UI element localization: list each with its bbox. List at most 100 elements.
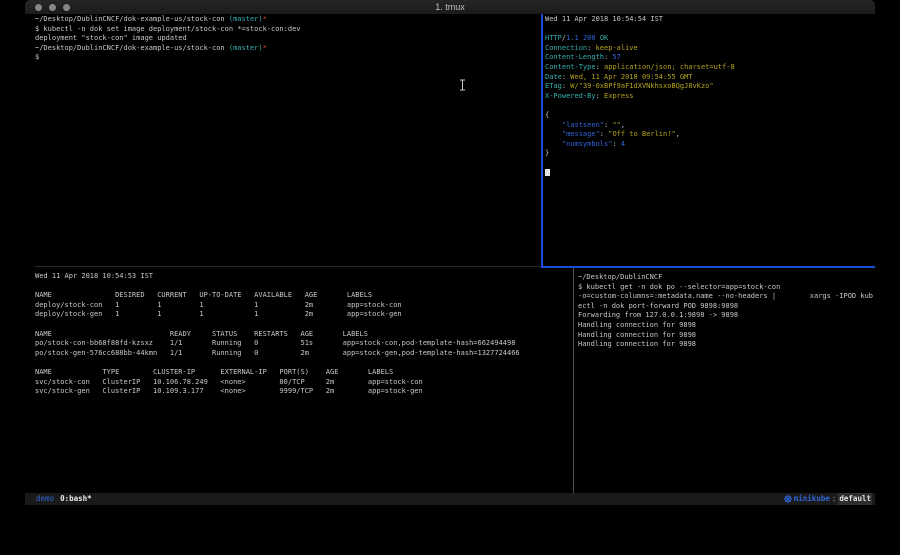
terminal-text: deploy/stock-con 1 1 1 1 2m app=stock-co…	[35, 301, 402, 309]
pane-divider-vertical-top[interactable]	[541, 14, 543, 268]
terminal-text: X-Powered-By	[545, 92, 596, 100]
pane-divider-horizontal-left[interactable]	[35, 266, 541, 267]
terminal-text: NAME TYPE CLUSTER-IP EXTERNAL-IP PORT(S)…	[35, 368, 393, 376]
terminal-text: po/stock-gen-576cc688bb-44kmn 1/1 Runnin…	[35, 349, 520, 357]
terminal-text: deploy/stock-gen 1 1 1 1 2m app=stock-ge…	[35, 310, 402, 318]
terminal-text: OK	[596, 34, 609, 42]
terminal-text: 200	[583, 34, 596, 42]
terminal-line: svc/stock-con ClusterIP 10.106.78.249 <n…	[35, 378, 571, 388]
terminal-text: ~/Desktop/DublinCNCF	[578, 273, 662, 281]
pane-kubectl-watch[interactable]: Wed 11 Apr 2018 10:54:53 IST NAME DESIRE…	[35, 272, 571, 490]
terminal-line	[35, 358, 571, 368]
terminal-text: (master)	[229, 44, 263, 52]
ibeam-mouse-pointer	[459, 76, 466, 88]
terminal-text: ~/Desktop/DublinCNCF/dok-example-us/stoc…	[35, 44, 229, 52]
terminal-line: Wed 11 Apr 2018 10:54:53 IST	[35, 272, 571, 282]
terminal-line: X-Powered-By: Express	[545, 92, 873, 102]
terminal-text: ,	[676, 130, 680, 138]
terminal-line: Forwarding from 127.0.0.1:9898 -> 9898	[578, 311, 873, 321]
window-tab-bash[interactable]: 0:bash*	[60, 493, 92, 505]
terminal-line: Connection: keep-alive	[545, 44, 873, 54]
terminal-line: HTTP/1.1 200 OK	[545, 34, 873, 44]
terminal-text: ,	[621, 121, 625, 129]
terminal-line: ~/Desktop/DublinCNCF/dok-example-us/stoc…	[35, 15, 535, 25]
terminal-text: Forwarding from 127.0.0.1:9898 -> 9898	[578, 311, 738, 319]
terminal-text: Handling connection for 9898	[578, 340, 696, 348]
terminal-line: ~/Desktop/DublinCNCF	[578, 273, 873, 283]
terminal-line: ~/Desktop/DublinCNCF/dok-example-us/stoc…	[35, 44, 535, 54]
terminal-line: $ kubectl get -n dok po --selector=app=s…	[578, 283, 873, 293]
terminal-line: $	[35, 53, 535, 63]
terminal-line: ectl -n dok port-forward POD 9898:9898	[578, 302, 873, 312]
window-titlebar[interactable]: 1. tmux	[25, 0, 875, 14]
terminal-text: *	[263, 15, 267, 23]
terminal-line: Handling connection for 9898	[578, 321, 873, 331]
terminal-line: NAME TYPE CLUSTER-IP EXTERNAL-IP PORT(S)…	[35, 368, 571, 378]
terminal-line: NAME READY STATUS RESTARTS AGE LABELS	[35, 330, 571, 340]
terminal-line: $ kubectl -n dok set image deployment/st…	[35, 25, 535, 35]
terminal-text: Wed 11 Apr 2018 10:54:54 IST	[545, 15, 663, 23]
pane-port-forward[interactable]: ~/Desktop/DublinCNCF $ kubectl get -n dok…	[578, 273, 873, 491]
status-right: minikube:default	[784, 493, 875, 505]
terminal-text: -o=custom-columns=:metadata.name --no-he…	[578, 292, 873, 300]
terminal-text: Wed, 11 Apr 2018 09:54:55 GMT	[570, 73, 692, 81]
terminal-text: 4	[621, 140, 625, 148]
pane-shell-top-left[interactable]: ~/Desktop/DublinCNCF/dok-example-us/stoc…	[35, 15, 535, 265]
cluster-colon: :	[832, 493, 837, 505]
status-left: demo 0:bash*	[25, 493, 92, 505]
terminal-line: deploy/stock-con 1 1 1 1 2m app=stock-co…	[35, 301, 571, 311]
terminal-text	[545, 130, 562, 138]
pane-http-response[interactable]: Wed 11 Apr 2018 10:54:54 IST HTTP/1.1 20…	[545, 15, 873, 265]
terminal-text: "message"	[562, 130, 600, 138]
terminal-line	[545, 101, 873, 111]
terminal-line: Content-Type: application/json; charset=…	[545, 63, 873, 73]
terminal-text: Handling connection for 9898	[578, 331, 696, 339]
terminal-text: ectl -n dok port-forward POD 9898:9898	[578, 302, 738, 310]
terminal-text	[545, 140, 562, 148]
terminal-text: ETag	[545, 82, 562, 90]
terminal-text: *	[263, 44, 267, 52]
terminal-text: :	[587, 44, 595, 52]
terminal-text: 57	[612, 53, 620, 61]
terminal-text: "lastseen"	[562, 121, 604, 129]
terminal-line	[545, 159, 873, 169]
terminal-line: Handling connection for 9898	[578, 340, 873, 350]
terminal-text: W/"39-0xBPf9aF1dXVNkhsxoBQgJ8vKzo"	[570, 82, 713, 90]
terminal-text: deployment "stock-con" image updated	[35, 34, 187, 42]
terminal-line: -o=custom-columns=:metadata.name --no-he…	[578, 292, 873, 302]
terminal-window: 1. tmux ~/Desktop/DublinCNCF/dok-example…	[25, 0, 875, 505]
terminal-line: "numsymbols": 4	[545, 140, 873, 150]
terminal-text: $	[35, 53, 39, 61]
terminal-text: "numsymbols"	[562, 140, 613, 148]
block-cursor	[545, 169, 550, 176]
desktop-background: 1. tmux ~/Desktop/DublinCNCF/dok-example…	[0, 0, 900, 555]
context-name: default	[838, 493, 872, 505]
terminal-text: Handling connection for 9898	[578, 321, 696, 329]
cluster-name: minikube	[794, 493, 830, 505]
terminal-line: deployment "stock-con" image updated	[35, 34, 535, 44]
terminal-text: Date	[545, 73, 562, 81]
terminal-text: Content-Length	[545, 53, 604, 61]
terminal-line: ETag: W/"39-0xBPf9aF1dXVNkhsxoBQgJ8vKzo"	[545, 82, 873, 92]
desktop-below-window	[0, 505, 900, 555]
terminal-text: Express	[604, 92, 634, 100]
helm-wheel-icon	[784, 495, 792, 503]
terminal-text: Content-Type	[545, 63, 596, 71]
pane-divider-vertical-bottom[interactable]	[573, 268, 574, 493]
terminal-line: Handling connection for 9898	[578, 331, 873, 341]
terminal-line	[545, 25, 873, 35]
terminal-line: Date: Wed, 11 Apr 2018 09:54:55 GMT	[545, 73, 873, 83]
terminal-text: 1.1	[566, 34, 579, 42]
terminal-text: po/stock-con-bb68f88fd-kzsxz 1/1 Running…	[35, 339, 515, 347]
terminal-line: po/stock-gen-576cc688bb-44kmn 1/1 Runnin…	[35, 349, 571, 359]
terminal-line: deploy/stock-gen 1 1 1 1 2m app=stock-ge…	[35, 310, 571, 320]
terminal-text: application/json; charset=utf-8	[604, 63, 735, 71]
terminal-line: {	[545, 111, 873, 121]
terminal-line	[545, 169, 873, 179]
pane-divider-horizontal-right[interactable]	[541, 266, 875, 268]
terminal-line	[35, 282, 571, 292]
terminal-text: ~/Desktop/DublinCNCF/dok-example-us/stoc…	[35, 15, 229, 23]
terminal-text: HTTP	[545, 34, 562, 42]
terminal-text: "Off to Berlin!"	[608, 130, 675, 138]
session-name: demo	[36, 493, 54, 505]
